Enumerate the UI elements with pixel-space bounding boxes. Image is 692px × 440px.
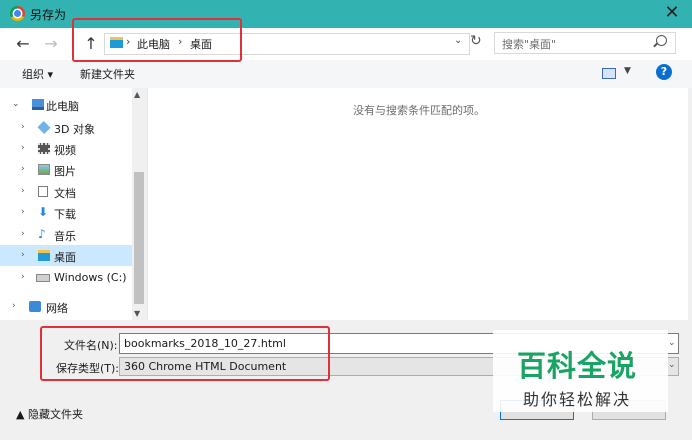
tree-label: 文档 [54, 187, 76, 200]
tree-item-network[interactable]: › 网络 [0, 296, 132, 317]
tree-item-pictures[interactable]: › 图片 [0, 159, 132, 180]
refresh-icon[interactable]: ↻ [470, 33, 482, 49]
tree-item-downloads[interactable]: › ⬇ 下载 [0, 202, 132, 223]
form-highlight-annotation [40, 326, 330, 381]
tree-item-3d-objects[interactable]: › 3D 对象 [0, 117, 132, 138]
expand-chevron-icon[interactable]: ⌄ [12, 99, 20, 109]
new-folder-button[interactable]: 新建文件夹 [80, 66, 135, 82]
tree-label: 桌面 [54, 251, 76, 264]
expand-chevron-icon[interactable]: › [21, 143, 25, 153]
tree-item-music[interactable]: › ♪ 音乐 [0, 224, 132, 245]
watermark-logo: 百科全说 [517, 349, 638, 383]
forward-button[interactable]: → [42, 34, 60, 54]
expand-chevron-icon[interactable]: › [21, 229, 25, 239]
view-options-icon[interactable] [602, 68, 616, 79]
address-highlight-annotation [72, 18, 242, 62]
documents-icon [38, 186, 48, 197]
navigation-pane: ⌄ 此电脑 › 3D 对象 › 视频 › 图片 › 文档 › ⬇ 下载 › ♪ … [0, 88, 146, 320]
browser-app-icon [10, 6, 25, 21]
pictures-icon [38, 164, 50, 175]
tree-label: 网络 [46, 302, 68, 315]
tree-item-windows-c[interactable]: › Windows (C:) [0, 267, 132, 288]
tree-item-videos[interactable]: › 视频 [0, 138, 132, 159]
nav-scrollbar-thumb[interactable] [134, 172, 144, 304]
search-placeholder: 搜索"桌面" [502, 38, 557, 51]
expand-chevron-icon[interactable]: › [21, 164, 25, 174]
close-button[interactable]: ✕ [662, 3, 682, 23]
tree-item-desktop[interactable]: › 桌面 [0, 245, 132, 266]
music-icon: ♪ [38, 227, 46, 241]
tree-label: 音乐 [54, 230, 76, 243]
empty-results-message: 没有与搜索条件匹配的项。 [353, 104, 485, 117]
tree-label: 此电脑 [46, 100, 79, 113]
video-icon [38, 143, 50, 154]
computer-icon [32, 99, 44, 110]
expand-chevron-icon[interactable]: › [21, 122, 25, 132]
tree-label: Windows (C:) [54, 271, 127, 284]
expand-chevron-icon[interactable]: › [21, 250, 25, 260]
expand-chevron-icon[interactable]: › [21, 207, 25, 217]
search-icon[interactable] [656, 35, 667, 46]
desktop-icon [38, 250, 50, 261]
drive-icon [36, 274, 50, 282]
tree-label: 图片 [54, 165, 76, 178]
filename-dropdown-chevron-icon[interactable]: ⌄ [668, 338, 676, 348]
help-icon[interactable]: ? [656, 64, 672, 80]
expand-chevron-icon[interactable]: › [21, 186, 25, 196]
scroll-down-icon[interactable]: ▼ [134, 309, 140, 318]
view-options-chevron-icon[interactable]: ▼ [624, 66, 631, 76]
network-icon [29, 301, 41, 312]
organize-menu[interactable]: 组织 ▾ [22, 66, 53, 82]
back-button[interactable]: ← [14, 34, 32, 54]
hide-folders-toggle[interactable]: ▲ 隐藏文件夹 [16, 406, 83, 422]
tree-label: 视频 [54, 144, 76, 157]
expand-chevron-icon[interactable]: › [12, 301, 16, 311]
address-history-chevron-icon[interactable]: ⌄ [454, 35, 462, 46]
tree-label: 下载 [54, 208, 76, 221]
tree-item-this-pc[interactable]: ⌄ 此电脑 [0, 94, 132, 115]
expand-chevron-icon[interactable]: › [21, 272, 25, 282]
filetype-dropdown-chevron-icon[interactable]: ⌄ [668, 360, 676, 370]
window-title: 另存为 [30, 8, 67, 22]
scroll-up-icon[interactable]: ▲ [134, 90, 140, 99]
downloads-icon: ⬇ [38, 205, 49, 219]
watermark-slogan: 助你轻松解决 [523, 390, 632, 409]
tree-item-documents[interactable]: › 文档 [0, 181, 132, 202]
file-list-pane[interactable] [147, 88, 688, 320]
3d-objects-icon [37, 120, 51, 135]
tree-label: 3D 对象 [54, 123, 95, 136]
